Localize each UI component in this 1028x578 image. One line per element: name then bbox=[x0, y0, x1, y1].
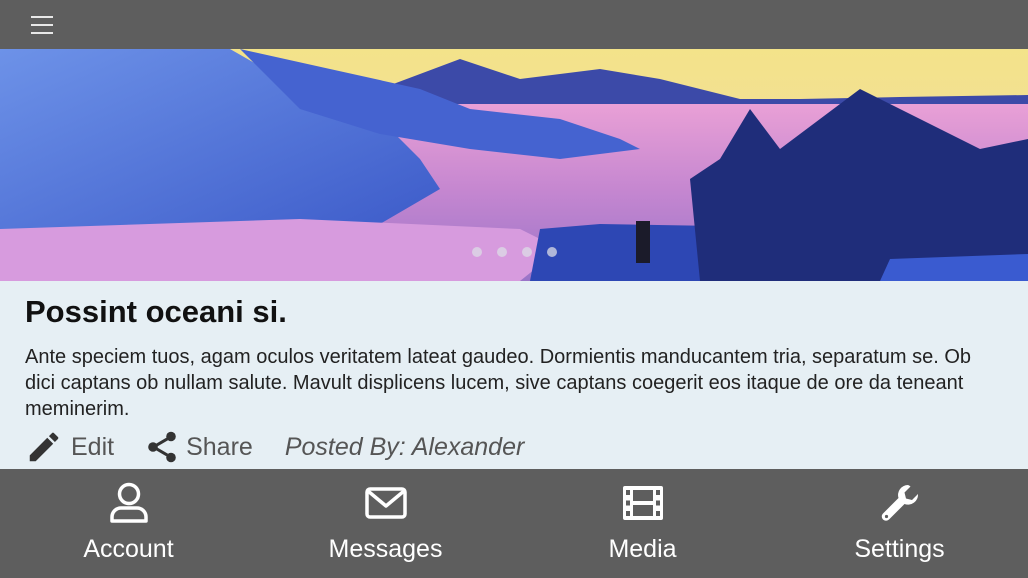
wrench-icon bbox=[881, 485, 918, 521]
share-label: Share bbox=[186, 432, 253, 461]
edit-button[interactable]: Edit bbox=[25, 428, 114, 466]
hamburger-menu-icon[interactable] bbox=[28, 12, 56, 38]
film-icon bbox=[622, 486, 663, 520]
hero-carousel[interactable] bbox=[0, 49, 1028, 281]
tab-account[interactable]: Account bbox=[0, 469, 257, 578]
carousel-dot[interactable] bbox=[496, 247, 507, 257]
carousel-dots bbox=[0, 247, 1028, 257]
share-button[interactable]: Share bbox=[144, 428, 253, 466]
envelope-icon bbox=[364, 487, 407, 519]
carousel-dot[interactable] bbox=[546, 247, 557, 257]
article-body: Ante speciem tuos, agam oculos veritatem… bbox=[25, 346, 972, 420]
tab-label: Media bbox=[608, 535, 677, 563]
share-icon bbox=[148, 431, 176, 463]
tab-messages[interactable]: Messages bbox=[257, 469, 514, 578]
article-actions: Edit Share Posted By: Alexander bbox=[25, 428, 524, 466]
carousel-dot[interactable] bbox=[471, 247, 482, 257]
posted-by-text: Posted By: Alexander bbox=[284, 432, 525, 461]
carousel-dot[interactable] bbox=[521, 247, 532, 257]
user-icon bbox=[109, 482, 148, 523]
pencil-icon bbox=[29, 432, 59, 462]
top-bar bbox=[0, 0, 1028, 49]
bottom-tab-bar: Account Messages Media Settings bbox=[0, 469, 1028, 578]
tab-label: Settings bbox=[854, 535, 945, 563]
tab-label: Messages bbox=[328, 535, 443, 563]
tab-settings[interactable]: Settings bbox=[771, 469, 1028, 578]
tab-label: Account bbox=[83, 535, 174, 563]
tab-media[interactable]: Media bbox=[514, 469, 771, 578]
article-title: Possint oceani si. bbox=[25, 294, 287, 329]
edit-label: Edit bbox=[71, 432, 115, 461]
